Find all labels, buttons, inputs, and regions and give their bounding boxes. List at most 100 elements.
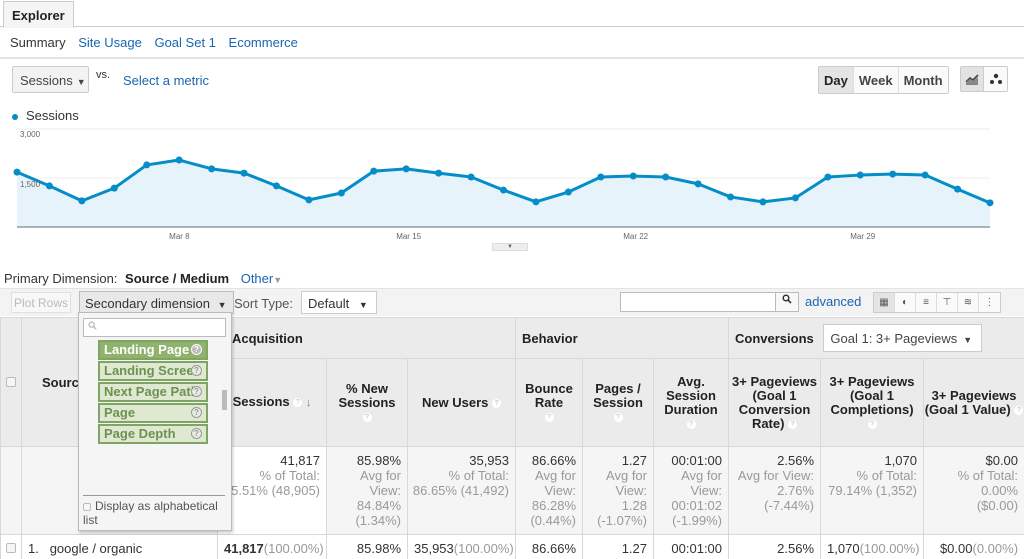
data-point <box>986 199 994 207</box>
data-point <box>305 196 313 204</box>
sort-desc-icon: ↓ <box>305 397 312 409</box>
period-day-button[interactable]: Day <box>819 67 854 93</box>
help-icon[interactable]: ? <box>1014 405 1024 415</box>
divider <box>0 57 1024 59</box>
help-icon[interactable]: ? <box>191 365 202 376</box>
period-month-button[interactable]: Month <box>898 67 948 93</box>
column-header-new-sessions[interactable]: % New Sessions? <box>326 358 408 447</box>
column-header-avg-duration[interactable]: Avg. Session Duration? <box>652 358 730 447</box>
goal-selector-dropdown[interactable]: Goal 1: 3+ Pageviews ▼ <box>823 324 983 352</box>
dimension-item-landing-screen[interactable]: Landing Screen? <box>98 361 208 381</box>
data-point <box>597 173 605 181</box>
caret-down-icon: ▼ <box>273 275 283 285</box>
pie-chart-icon[interactable]: ◐ <box>895 293 916 312</box>
other-dimension-link[interactable]: Other <box>241 271 274 286</box>
help-icon[interactable]: ? <box>191 407 202 418</box>
legend-dot-icon <box>12 113 18 120</box>
x-tick-label: Mar 22 <box>623 232 649 241</box>
total-bounce-rate: 86.66% Avg for View: 86.28% (0.44%) <box>515 446 583 535</box>
select-all-checkbox[interactable] <box>6 376 16 387</box>
data-point <box>467 173 475 181</box>
help-icon[interactable]: ? <box>191 344 202 355</box>
column-header-sessions[interactable]: Sessions ? ↓ <box>217 358 327 447</box>
data-point <box>110 184 118 192</box>
secondary-dimension-label: Secondary dimension <box>85 296 211 311</box>
line-chart-icon[interactable] <box>961 67 984 91</box>
subtab-site-usage[interactable]: Site Usage <box>78 35 142 50</box>
total-avg-duration: 00:01:00 Avg for View: 00:01:02 (-1.99%) <box>652 446 730 535</box>
data-point <box>727 193 735 201</box>
divider <box>83 495 225 496</box>
data-point <box>564 188 572 196</box>
dimension-item-page-depth[interactable]: Page Depth? <box>98 424 208 444</box>
sort-type-dropdown[interactable]: Default ▼ <box>301 291 377 314</box>
comparison-icon[interactable]: ⊤ <box>937 293 958 312</box>
alphabetical-list-option[interactable]: Display as alphabetical list <box>83 499 231 527</box>
secondary-dimension-menu: Landing Page? Landing Screen? Next Page … <box>78 312 232 531</box>
row-source-link[interactable]: google / organic <box>50 541 143 556</box>
column-header-goal-completions[interactable]: 3+ Pageviews (Goal 1 Completions)? <box>820 358 925 447</box>
subtab-goal-set-1[interactable]: Goal Set 1 <box>154 35 215 50</box>
row-index: 1. <box>28 540 39 556</box>
row-checkbox[interactable] <box>6 542 16 553</box>
search-button[interactable] <box>776 292 799 312</box>
motion-chart-icon[interactable] <box>984 67 1007 91</box>
period-toggle: Day Week Month <box>818 66 949 94</box>
column-header-goal-value[interactable]: 3+ Pageviews (Goal 1 Value) ? <box>923 358 1024 447</box>
plot-rows-button[interactable]: Plot Rows <box>11 292 72 313</box>
column-header-label: Avg. Session Duration <box>664 373 718 417</box>
dimension-item-next-page-path[interactable]: Next Page Path? <box>98 382 208 402</box>
data-point <box>662 173 670 181</box>
caret-down-icon: ▼ <box>217 300 227 310</box>
data-table-icon[interactable]: ▦ <box>874 293 895 312</box>
column-header-pages-session[interactable]: Pages / Session? <box>582 358 654 447</box>
help-icon[interactable]: ? <box>788 419 798 429</box>
subtab-ecommerce[interactable]: Ecommerce <box>229 35 298 50</box>
alphabetical-checkbox[interactable] <box>83 502 91 511</box>
subtab-summary[interactable]: Summary <box>10 35 66 50</box>
collapse-chart-handle[interactable]: ▼ <box>492 243 528 251</box>
column-header-new-users[interactable]: New Users ? <box>407 358 516 447</box>
dropdown-scrollbar[interactable] <box>222 390 227 410</box>
data-point <box>856 171 864 179</box>
primary-dimension-bar: Primary Dimension: Source / Medium Other… <box>4 271 282 286</box>
pivot-icon[interactable]: ⋮ <box>979 293 1000 312</box>
table-search-input[interactable] <box>620 292 776 312</box>
primary-dimension-value[interactable]: Source / Medium <box>125 271 229 286</box>
help-icon[interactable]: ? <box>686 419 696 429</box>
legend-label: Sessions <box>26 108 79 123</box>
dimension-item-landing-page[interactable]: Landing Page? <box>98 340 208 360</box>
help-icon[interactable]: ? <box>362 412 372 422</box>
help-icon[interactable]: ? <box>191 386 202 397</box>
dimension-list: Landing Page? Landing Screen? Next Page … <box>98 340 208 485</box>
advanced-filter-link[interactable]: advanced <box>805 294 861 309</box>
help-icon[interactable]: ? <box>293 398 303 408</box>
term-cloud-icon[interactable]: ≋ <box>958 293 979 312</box>
column-header-goal-conv-rate[interactable]: 3+ Pageviews (Goal 1 Conversion Rate) ? <box>728 358 822 447</box>
metric-dropdown[interactable]: Sessions ▼ <box>12 66 89 93</box>
help-icon[interactable]: ? <box>544 412 554 422</box>
data-point <box>500 186 507 194</box>
row-goal-conv-rate: 2.56% <box>728 534 822 559</box>
help-icon[interactable]: ? <box>191 428 202 439</box>
x-tick-label: Mar 8 <box>169 232 190 241</box>
secondary-dimension-dropdown[interactable]: Secondary dimension ▼ <box>79 291 234 314</box>
tab-explorer[interactable]: Explorer <box>3 1 74 28</box>
row-pages-session: 1.27 <box>582 534 654 559</box>
select-all-cell <box>0 317 22 447</box>
dimension-item-page[interactable]: Page? <box>98 403 208 423</box>
row-bounce-rate: 86.66% <box>515 534 583 559</box>
data-point <box>694 180 702 188</box>
help-icon[interactable]: ? <box>867 419 877 429</box>
column-header-bounce-rate[interactable]: Bounce Rate? <box>515 358 583 447</box>
data-point <box>45 182 53 190</box>
search-icon <box>782 294 792 304</box>
period-week-button[interactable]: Week <box>853 67 899 93</box>
dimension-search-input[interactable] <box>83 318 226 337</box>
performance-icon[interactable]: ≡ <box>916 293 937 312</box>
select-metric-link[interactable]: Select a metric <box>123 73 209 88</box>
help-icon[interactable]: ? <box>492 398 502 408</box>
group-header-behavior: Behavior <box>514 317 730 359</box>
help-icon[interactable]: ? <box>613 412 623 422</box>
total-sessions: 41,817% of Total: 85.51% (48,905) <box>217 446 327 535</box>
